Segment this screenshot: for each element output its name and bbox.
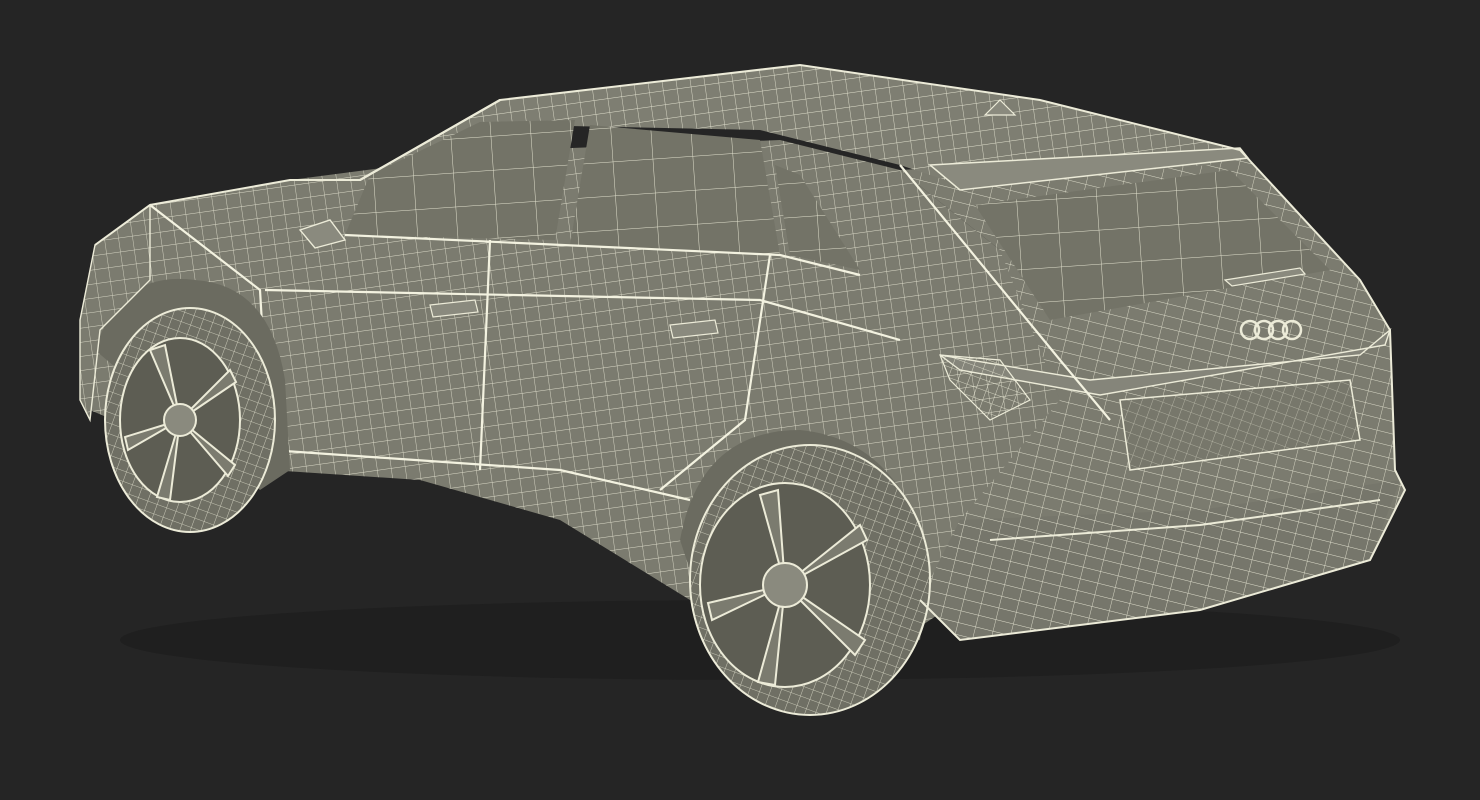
front-wheel [104,307,276,533]
rear-wheel [689,444,931,716]
wireframe-car-render [79,63,1407,716]
render-viewport [0,0,1480,800]
